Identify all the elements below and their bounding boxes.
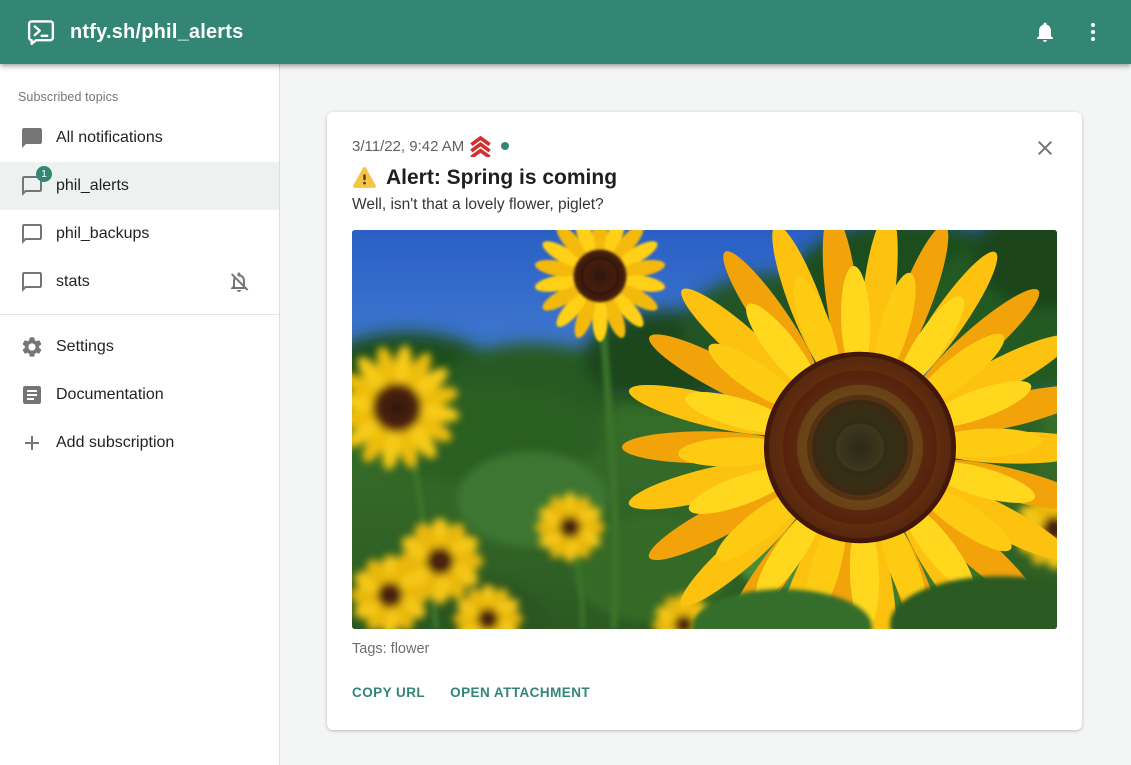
chat-bubble-outline-icon xyxy=(20,222,44,246)
sidebar: Subscribed topics All notifications 1 ph… xyxy=(0,64,280,765)
notifications-bell-button[interactable] xyxy=(1021,8,1069,56)
notification-actions: COPY URL OPEN ATTACHMENT xyxy=(352,679,1057,708)
kebab-menu-icon xyxy=(1081,20,1105,44)
sidebar-item-label: All notifications xyxy=(56,129,163,147)
attachment-image[interactable] xyxy=(352,230,1057,629)
sidebar-item-settings[interactable]: Settings xyxy=(0,323,279,371)
article-icon xyxy=(20,383,44,407)
chat-bubble-filled-icon xyxy=(20,126,44,150)
sidebar-item-all-notifications[interactable]: All notifications xyxy=(0,114,279,162)
sidebar-item-label: Documentation xyxy=(56,386,164,404)
sidebar-item-label: stats xyxy=(56,273,90,291)
sidebar-item-phil-alerts[interactable]: 1 phil_alerts xyxy=(0,162,279,210)
bell-icon xyxy=(1033,20,1057,44)
kebab-menu-button[interactable] xyxy=(1069,8,1117,56)
sidebar-item-stats[interactable]: stats xyxy=(0,258,279,306)
open-attachment-button[interactable]: OPEN ATTACHMENT xyxy=(450,679,590,706)
sidebar-item-documentation[interactable]: Documentation xyxy=(0,371,279,419)
copy-url-button[interactable]: COPY URL xyxy=(352,679,425,706)
chat-bubble-outline-icon xyxy=(20,270,44,294)
close-notification-button[interactable] xyxy=(1033,136,1057,160)
sidebar-item-label: Add subscription xyxy=(56,434,174,452)
sidebar-item-label: Settings xyxy=(56,338,114,356)
bell-off-icon xyxy=(227,270,251,294)
sidebar-item-add-subscription[interactable]: Add subscription xyxy=(0,419,279,467)
chat-bubble-outline-icon: 1 xyxy=(20,174,44,198)
unread-dot xyxy=(501,142,509,150)
warning-triangle-icon xyxy=(352,165,377,190)
priority-max-icon xyxy=(470,136,491,157)
sidebar-item-label: phil_backups xyxy=(56,225,149,243)
close-icon xyxy=(1033,136,1057,160)
gear-icon xyxy=(20,335,44,359)
subscribed-topics-label: Subscribed topics xyxy=(0,64,279,114)
sidebar-item-label: phil_alerts xyxy=(56,177,129,195)
sidebar-item-phil-backups[interactable]: phil_backups xyxy=(0,210,279,258)
tags-text: Tags: flower xyxy=(352,641,1057,657)
notification-body: Well, isn't that a lovely flower, piglet… xyxy=(352,196,1057,214)
notification-title-text: Alert: Spring is coming xyxy=(386,166,617,190)
topbar: ntfy.sh/phil_alerts xyxy=(0,0,1131,64)
timestamp: 3/11/22, 9:42 AM xyxy=(352,138,464,155)
notification-card: 3/11/22, 9:42 AM Alert: Spring is coming… xyxy=(327,112,1082,730)
page-title: ntfy.sh/phil_alerts xyxy=(70,21,243,44)
unread-count-badge: 1 xyxy=(36,166,52,182)
notification-title: Alert: Spring is coming xyxy=(352,165,1057,190)
plus-icon xyxy=(20,431,44,455)
notification-header: 3/11/22, 9:42 AM xyxy=(352,136,1057,156)
sidebar-divider xyxy=(0,314,279,315)
ntfy-terminal-logo-icon xyxy=(26,17,56,47)
